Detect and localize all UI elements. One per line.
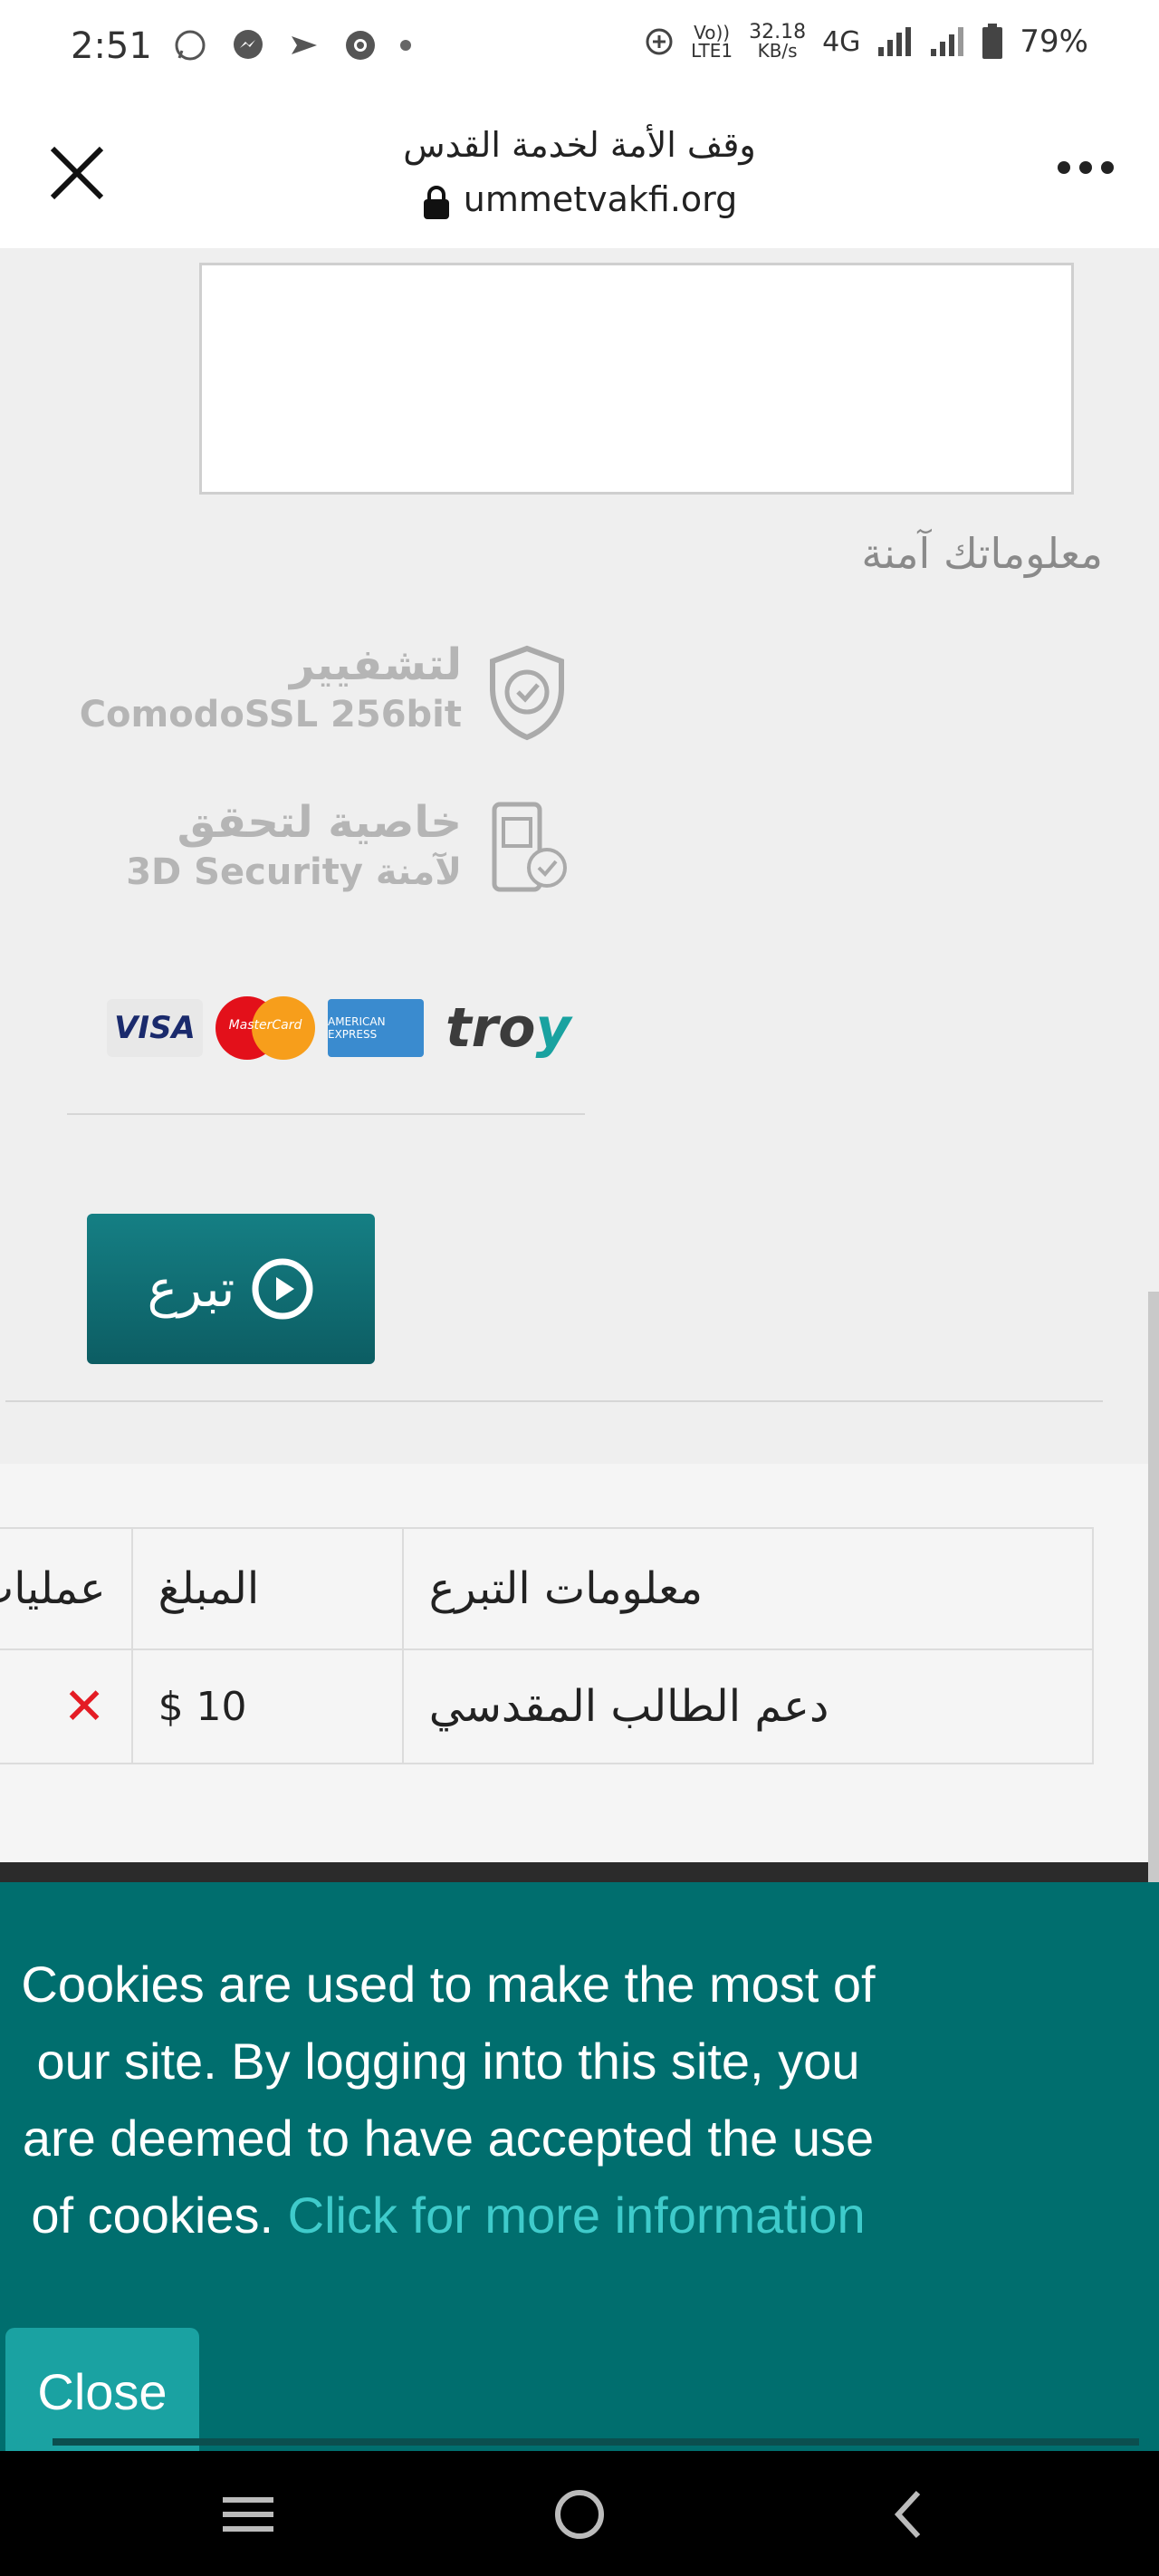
ssl-feature: لتشفيير ComodoSSL 256bit [79, 634, 570, 752]
whatsapp-icon [175, 30, 206, 61]
header-info: معلومات التبرع [401, 1527, 1095, 1650]
send-icon [292, 36, 317, 54]
secure-info-heading: معلوماتك آمنة [861, 529, 1103, 578]
table-header-row: عمليات المبلغ معلومات التبرع [0, 1527, 1095, 1650]
header-operations: عمليات [0, 1527, 133, 1650]
volte-indicator: Vo)) LTE1 [691, 22, 733, 62]
signal-icon [878, 27, 912, 56]
donate-button-label: تبرع [147, 1259, 235, 1319]
donate-button[interactable]: تبرع [87, 1214, 375, 1364]
payment-card-logos: VISA MasterCard AMERICAN EXPRESS troy [107, 996, 571, 1060]
secure3d-feature: خاصية لتحقق 3D Security لآمنة [81, 792, 570, 909]
status-bar: 2:51 Vo)) LTE1 32.18 KB/s 4G 79% [0, 0, 1159, 98]
page-scrollbar[interactable] [1148, 1292, 1159, 1956]
donation-amount: $ 10 [130, 1648, 404, 1764]
header-amount: المبلغ [130, 1527, 404, 1650]
status-right: Vo)) LTE1 32.18 KB/s 4G 79% [644, 21, 1088, 62]
cookie-banner-bottom-line [53, 2438, 1139, 2446]
cookie-close-button[interactable]: Close [5, 2328, 199, 2455]
status-time: 2:51 [71, 25, 152, 67]
more-notifications-dot [400, 40, 411, 51]
battery-icon [982, 24, 1003, 59]
donations-table-section: عمليات المبلغ معلومات التبرع ✕ $ 10 دعم … [0, 1464, 1148, 1862]
secure3d-line2: 3D Security لآمنة [126, 851, 462, 893]
mastercard-logo: MasterCard [216, 996, 315, 1060]
ssl-line1: لتشفيير [289, 639, 462, 690]
amex-logo: AMERICAN EXPRESS [328, 999, 424, 1057]
donation-info: دعم الطالب المقدسي [401, 1648, 1095, 1764]
page-title: وقف الأمة لخدمة القدس [403, 125, 756, 165]
url-display[interactable]: ummetvakfi.org [0, 179, 1159, 220]
signal-2-icon [931, 27, 964, 56]
recent-apps-icon[interactable] [214, 2487, 286, 2542]
table-row: ✕ $ 10 دعم الطالب المقدسي [0, 1648, 1095, 1764]
more-options-icon[interactable] [1058, 161, 1114, 174]
chrome-icon [346, 31, 375, 60]
back-icon[interactable] [875, 2487, 947, 2542]
data-saver-icon [646, 28, 673, 55]
play-circle-icon [252, 1258, 313, 1320]
home-icon[interactable] [543, 2487, 616, 2542]
secure3d-line1: خاصية لتحقق [177, 797, 462, 848]
shield-check-icon [490, 645, 564, 741]
cookie-banner: Cookies are used to make the most of our… [0, 1882, 1159, 2455]
more-info-link[interactable]: Click for more information [288, 2187, 866, 2244]
lock-icon [423, 185, 449, 219]
visa-logo: VISA [107, 999, 203, 1057]
delete-donation-button[interactable]: ✕ [0, 1648, 133, 1764]
divider [5, 1400, 1103, 1402]
troy-logo: troy [445, 996, 571, 1060]
network-speed: 32.18 KB/s [749, 21, 807, 62]
battery-level: 79% [1020, 24, 1088, 60]
notes-textarea[interactable] [199, 263, 1074, 495]
network-type: 4G [822, 25, 861, 58]
notification-icons [172, 27, 411, 63]
phone-secure-icon [492, 802, 567, 892]
browser-toolbar: وقف الأمة لخدمة القدس ummetvakfi.org [0, 98, 1159, 250]
ssl-line2: ComodoSSL 256bit [79, 694, 462, 735]
cookie-message: Cookies are used to make the most of our… [21, 1956, 876, 2244]
cookie-banner-top-edge [0, 1862, 1148, 1882]
divider [67, 1113, 585, 1115]
donations-table: عمليات المبلغ معلومات التبرع ✕ $ 10 دعم … [0, 1527, 1095, 1764]
system-nav-bar [0, 2451, 1159, 2576]
messenger-icon [234, 30, 263, 59]
